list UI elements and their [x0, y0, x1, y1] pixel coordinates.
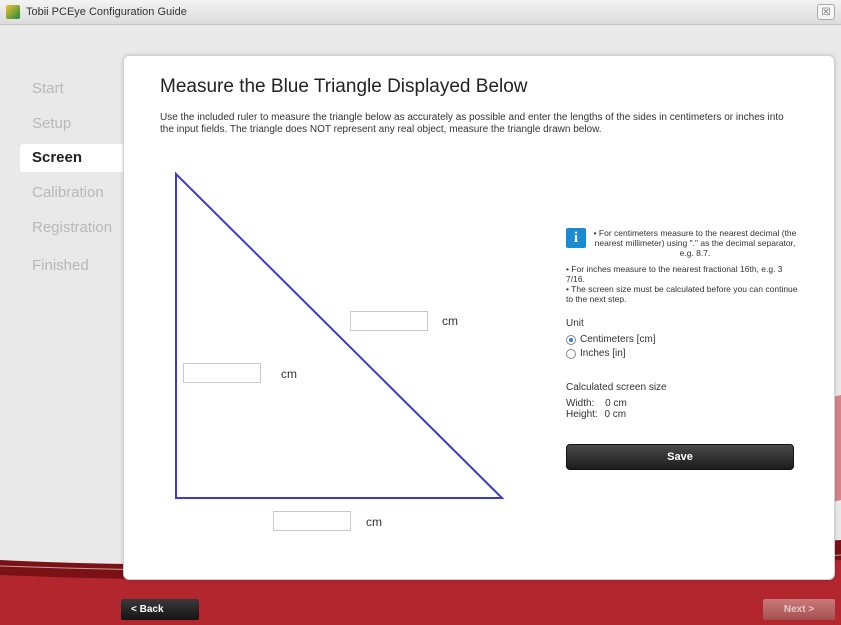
next-button[interactable]: Next >: [763, 599, 835, 620]
unit-label: Unit: [566, 318, 584, 329]
horizontal-side-input[interactable]: [273, 511, 351, 531]
info-text-rest: • For inches measure to the nearest frac…: [566, 264, 798, 304]
info-text-cm: • For centimeters measure to the nearest…: [593, 228, 797, 258]
hypotenuse-input[interactable]: [350, 311, 428, 331]
sidebar-step-finished: Finished: [32, 257, 89, 274]
calculated-width-row: Width: 0 cm: [566, 398, 627, 409]
horizontal-side-unit-label: cm: [366, 515, 382, 529]
radio-selected-icon[interactable]: [566, 334, 576, 345]
save-button[interactable]: Save: [566, 444, 794, 470]
unit-option-inches-label: Inches [in]: [580, 348, 626, 359]
unit-option-centimeters[interactable]: Centimeters [cm]: [566, 334, 656, 345]
back-button[interactable]: < Back: [121, 599, 199, 620]
width-label: Width:: [566, 398, 595, 409]
sidebar-step-registration: Registration: [32, 219, 113, 236]
height-value: 0 cm: [604, 409, 627, 420]
vertical-side-unit-label: cm: [281, 367, 297, 381]
content-panel: Measure the Blue Triangle Displayed Belo…: [123, 55, 835, 580]
info-text-requirement: • The screen size must be calculated bef…: [566, 284, 798, 304]
height-label: Height:: [566, 409, 598, 420]
hypotenuse-unit-label: cm: [442, 314, 458, 328]
sidebar-step-screen: Screen: [20, 144, 125, 172]
calculated-height-row: Height: 0 cm: [566, 409, 626, 420]
sidebar-step-setup: Setup: [32, 115, 72, 132]
sidebar-step-calibration: Calibration: [32, 184, 104, 201]
info-text-inches: • For inches measure to the nearest frac…: [566, 264, 783, 284]
width-value: 0 cm: [605, 398, 627, 409]
calculated-size-title: Calculated screen size: [566, 382, 667, 393]
sidebar-step-start: Start: [32, 80, 64, 97]
wizard-sidebar: Start Setup Screen Calibration Registrat…: [0, 24, 125, 574]
measure-triangle: [175, 171, 505, 499]
unit-option-centimeters-label: Centimeters [cm]: [580, 334, 656, 345]
unit-option-inches[interactable]: Inches [in]: [566, 348, 626, 359]
vertical-side-input[interactable]: [183, 363, 261, 383]
info-icon: i: [566, 228, 586, 248]
radio-unselected-icon[interactable]: [566, 348, 576, 359]
